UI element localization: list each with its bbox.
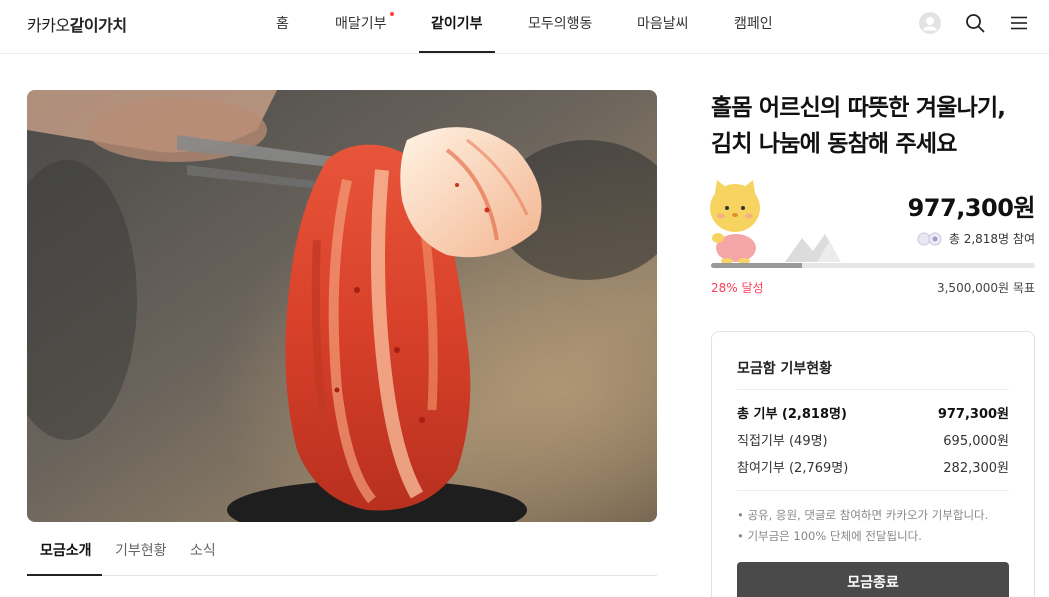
divider: [737, 389, 1009, 390]
funding-percent: 28% 달성: [711, 281, 764, 295]
nav-item-together[interactable]: 같이기부: [431, 13, 483, 33]
site-logo[interactable]: 카카오같이가치: [27, 12, 127, 36]
search-icon[interactable]: [963, 11, 987, 35]
tab-donation-status[interactable]: 기부현황: [115, 540, 167, 560]
participant-count: 총 2,818명 참여: [917, 230, 1035, 247]
menu-icon[interactable]: [1007, 11, 1031, 35]
nav-active-underline: [419, 51, 495, 53]
donation-note: • 공유, 응원, 댓글로 참여하면 카카오가 기부합니다.: [737, 508, 989, 522]
donation-row-value: 695,000원: [943, 434, 1009, 449]
logo-light-text: 카카오: [27, 16, 70, 35]
new-badge-dot: [390, 12, 394, 16]
nav-item-monthly[interactable]: 매달기부: [335, 13, 387, 33]
donation-row-total: 총 기부 (2,818명) 977,300원: [737, 403, 1009, 422]
nav-item-campaign[interactable]: 캠페인: [734, 13, 773, 33]
funding-progress-bar: [711, 263, 1035, 268]
mascot-character: [705, 176, 865, 270]
user-avatar-icon[interactable]: [918, 11, 942, 35]
donation-row-direct: 직접기부 (49명) 695,000원: [737, 430, 1009, 449]
campaign-title-line2: 김치 나눔에 동참해 주세요: [711, 131, 957, 157]
campaign-title: 홀몸 어르신의 따뜻한 겨울나기, 김치 나눔에 동참해 주세요: [711, 90, 1041, 162]
raised-amount: 977,300원: [907, 194, 1036, 222]
nav-item-action[interactable]: 모두의행동: [528, 13, 592, 33]
funding-progress-fill: [711, 263, 802, 268]
participant-avatars-icon: [917, 232, 945, 246]
content-tabs: 모금소개 기부현황 소식: [27, 528, 657, 576]
top-header: 카카오같이가치 홈 매달기부 같이기부 모두의행동 마음날씨 캠페인: [0, 0, 1049, 54]
nav-item-home[interactable]: 홈: [276, 13, 289, 33]
tab-news[interactable]: 소식: [190, 540, 216, 560]
fundraising-closed-button[interactable]: 모금종료: [737, 562, 1009, 597]
funding-goal: 3,500,000원 목표: [936, 281, 1035, 295]
tab-intro[interactable]: 모금소개: [40, 540, 92, 560]
participant-count-text: 총 2,818명 참여: [948, 232, 1035, 246]
donation-row-value: 282,300원: [943, 461, 1009, 476]
donation-row-participation: 참여기부 (2,769명) 282,300원: [737, 457, 1009, 476]
donation-row-label: 직접기부 (49명): [737, 434, 828, 449]
campaign-hero-image: [27, 90, 657, 522]
logo-bold-text: 같이가치: [69, 16, 127, 35]
tab-active-underline: [27, 574, 102, 576]
donation-row-label: 총 기부 (2,818명): [737, 407, 847, 422]
donation-status-box: 모금함 기부현황 총 기부 (2,818명) 977,300원 직접기부 (49…: [711, 331, 1035, 597]
donation-row-value: 977,300원: [937, 407, 1009, 422]
donation-box-title: 모금함 기부현황: [737, 361, 833, 377]
campaign-title-line1: 홀몸 어르신의 따뜻한 겨울나기,: [711, 95, 1006, 121]
nav-item-weather[interactable]: 마음날씨: [637, 13, 689, 33]
divider: [737, 490, 1009, 491]
donation-note: • 기부금은 100% 단체에 전달됩니다.: [737, 529, 922, 543]
donation-row-label: 참여기부 (2,769명): [737, 461, 849, 476]
